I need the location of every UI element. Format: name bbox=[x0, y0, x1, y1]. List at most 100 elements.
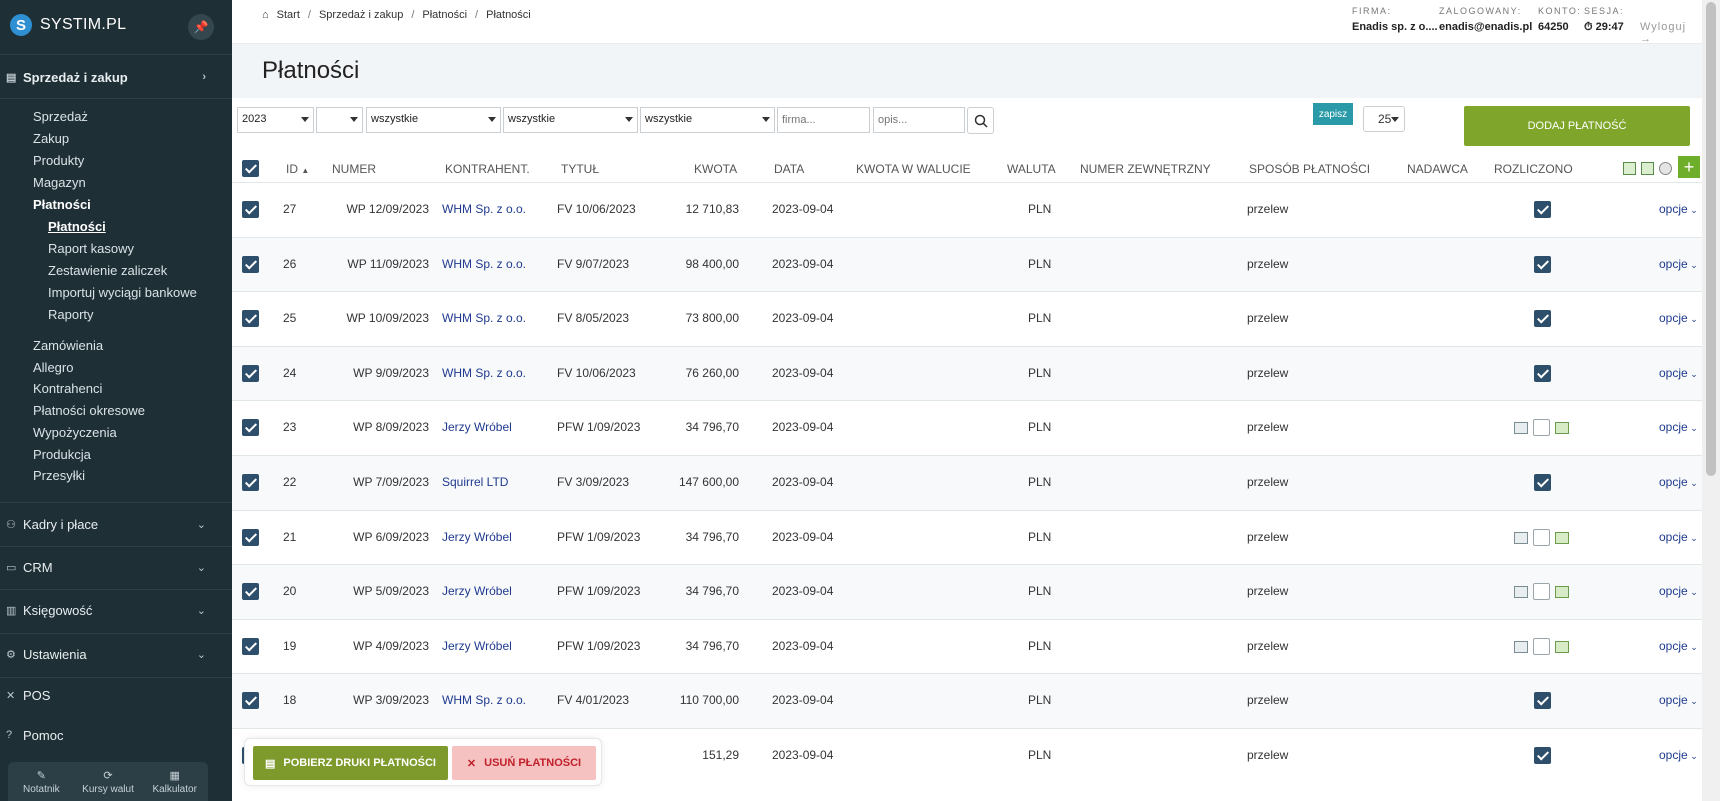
delete-payments-button[interactable]: ✕ USUŃ PŁATNOŚCI bbox=[452, 746, 596, 780]
row-checkbox[interactable] bbox=[242, 583, 259, 601]
col-id[interactable]: ID ▲ bbox=[286, 162, 309, 176]
sidebar-subitem-zestawienie-zaliczek[interactable]: Zestawienie zaliczek bbox=[48, 263, 167, 278]
sidebar-item-zamowienia[interactable]: Zamówienia bbox=[33, 338, 103, 353]
month-select[interactable] bbox=[316, 107, 363, 133]
pin-icon[interactable]: 📌 bbox=[188, 14, 214, 40]
table-row[interactable]: 21 WP 6/09/2023 Jerzy Wróbel PFW 1/09/2023 3… bbox=[232, 509, 1702, 565]
row-checkbox[interactable] bbox=[242, 310, 259, 328]
sidebar-item-sprzedaz[interactable]: Sprzedaż bbox=[33, 109, 88, 124]
row-checkbox[interactable] bbox=[242, 419, 259, 437]
sidebar-item-przesylki[interactable]: Przesyłki bbox=[33, 468, 85, 483]
logo[interactable]: S SYSTIM.PL bbox=[10, 14, 126, 36]
options-menu[interactable]: opcje ⌄ bbox=[1659, 639, 1698, 653]
settled-checkbox[interactable] bbox=[1534, 364, 1551, 382]
settled-checkbox[interactable] bbox=[1533, 637, 1550, 655]
breadcrumb-item[interactable]: Start bbox=[277, 9, 300, 21]
settled-checkbox[interactable] bbox=[1534, 474, 1551, 491]
col-nadawca[interactable]: NADAWCA bbox=[1407, 162, 1468, 176]
table-row[interactable]: 26 WP 11/09/2023 WHM Sp. z o.o. FV 9/07/202… bbox=[232, 236, 1702, 292]
table-row[interactable]: 27 WP 12/09/2023 WHM Sp. z o.o. FV 10/06/20… bbox=[232, 182, 1702, 237]
options-menu[interactable]: opcje ⌄ bbox=[1659, 584, 1698, 598]
options-menu[interactable]: opcje ⌄ bbox=[1659, 475, 1698, 489]
options-menu[interactable]: opcje ⌄ bbox=[1659, 530, 1698, 544]
table-row[interactable]: 18 WP 3/09/2023 WHM Sp. z o.o. FV 4/01/2023… bbox=[232, 673, 1702, 729]
print-payments-button[interactable]: ▤ POBIERZ DRUKI PŁATNOŚCI bbox=[253, 746, 448, 780]
year-select[interactable]: 2023 bbox=[237, 107, 314, 133]
sidebar-item-produkcja[interactable]: Produkcja bbox=[33, 447, 91, 462]
table-row[interactable]: 24 WP 9/09/2023 WHM Sp. z o.o. FV 10/06/202… bbox=[232, 345, 1702, 401]
col-kontrahent[interactable]: KONTRAHENT. bbox=[445, 162, 530, 176]
export-csv-icon[interactable] bbox=[1623, 162, 1636, 175]
table-row[interactable]: 19 WP 4/09/2023 Jerzy Wróbel PFW 1/09/2023 3… bbox=[232, 618, 1702, 674]
options-menu[interactable]: opcje ⌄ bbox=[1659, 748, 1698, 762]
table-row[interactable]: 22 WP 7/09/2023 Squirrel LTD FV 3/09/2023 14… bbox=[232, 455, 1702, 510]
settled-checkbox[interactable] bbox=[1533, 419, 1550, 437]
options-menu[interactable]: opcje ⌄ bbox=[1659, 311, 1698, 325]
select-all-checkbox[interactable] bbox=[242, 160, 259, 177]
col-waluta[interactable]: WALUTA bbox=[1007, 162, 1056, 176]
sidebar-item-kontrahenci[interactable]: Kontrahenci bbox=[33, 381, 102, 396]
section-ksiegowosc[interactable]: ▥ Księgowość ⌄ bbox=[0, 590, 232, 630]
settled-checkbox[interactable] bbox=[1533, 528, 1550, 546]
row-checkbox[interactable] bbox=[242, 637, 259, 655]
section-pos[interactable]: ✕ POS bbox=[0, 678, 232, 712]
row-checkbox[interactable] bbox=[242, 692, 259, 710]
settled-checkbox[interactable] bbox=[1533, 583, 1550, 601]
per-page-select[interactable]: 25 bbox=[1363, 106, 1405, 132]
cell-kontrahent[interactable]: Jerzy Wróbel bbox=[442, 530, 512, 544]
settle-left-icon[interactable] bbox=[1514, 531, 1528, 544]
export-excel-icon[interactable] bbox=[1641, 162, 1654, 175]
opis-input[interactable] bbox=[873, 107, 965, 133]
section-ustawienia[interactable]: ⚙ Ustawienia ⌄ bbox=[0, 634, 232, 674]
section-crm[interactable]: ▭ CRM ⌄ bbox=[0, 547, 232, 587]
save-filter-button[interactable]: zapisz bbox=[1313, 103, 1353, 125]
section-pomoc[interactable]: ? Pomoc bbox=[0, 718, 232, 752]
home-icon[interactable]: ⌂ bbox=[262, 9, 269, 21]
breadcrumb-item[interactable]: Sprzedaż i zakup bbox=[319, 9, 403, 21]
table-row[interactable]: 23 WP 8/09/2023 Jerzy Wróbel PFW 1/09/2023 3… bbox=[232, 400, 1702, 456]
table-row[interactable]: 25 WP 10/09/2023 WHM Sp. z o.o. FV 8/05/202… bbox=[232, 291, 1702, 347]
filter-select-2[interactable]: wszystkie bbox=[503, 107, 638, 133]
col-data[interactable]: DATA bbox=[774, 162, 804, 176]
settled-checkbox[interactable] bbox=[1534, 692, 1551, 710]
cell-kontrahent[interactable]: WHM Sp. z o.o. bbox=[442, 693, 526, 707]
sidebar-subitem-importuj-wyciagi[interactable]: Importuj wyciągi bankowe bbox=[48, 285, 197, 300]
settled-checkbox[interactable] bbox=[1534, 201, 1551, 218]
tool-notatnik[interactable]: ✎ Notatnik bbox=[8, 762, 75, 801]
logout-link[interactable]: Wyloguj → bbox=[1640, 21, 1702, 45]
options-menu[interactable]: opcje ⌄ bbox=[1659, 420, 1698, 434]
settle-right-icon[interactable] bbox=[1555, 422, 1569, 435]
add-payment-button[interactable]: DODAJ PŁATNOŚĆ bbox=[1464, 106, 1690, 146]
settings-gear-icon[interactable] bbox=[1659, 162, 1672, 175]
options-menu[interactable]: opcje ⌄ bbox=[1659, 693, 1698, 707]
filter-select-1[interactable]: wszystkie bbox=[366, 107, 501, 133]
row-checkbox[interactable] bbox=[242, 474, 259, 491]
col-kwota[interactable]: KWOTA bbox=[694, 162, 737, 176]
col-kwota-w-walucie[interactable]: KWOTA W WALUCIE bbox=[856, 162, 971, 176]
sidebar-subitem-raport-kasowy[interactable]: Raport kasowy bbox=[48, 241, 134, 256]
row-checkbox[interactable] bbox=[242, 528, 259, 546]
sidebar-item-wypozyczenia[interactable]: Wypożyczenia bbox=[33, 425, 117, 440]
vertical-scrollbar[interactable] bbox=[1702, 0, 1720, 801]
settle-right-icon[interactable] bbox=[1555, 640, 1569, 653]
cell-kontrahent[interactable]: Jerzy Wróbel bbox=[442, 639, 512, 653]
col-tytul[interactable]: TYTUŁ bbox=[561, 162, 599, 176]
sidebar-item-platnosci-okresowe[interactable]: Płatności okresowe bbox=[33, 403, 145, 418]
section-sprzedaz-zakup[interactable]: ▤ Sprzedaż i zakup › bbox=[0, 57, 232, 97]
cell-kontrahent[interactable]: WHM Sp. z o.o. bbox=[442, 257, 526, 271]
add-row-plus-icon[interactable]: + bbox=[1678, 156, 1700, 178]
table-row[interactable]: 20 WP 5/09/2023 Jerzy Wróbel PFW 1/09/2023 3… bbox=[232, 564, 1702, 620]
cell-kontrahent[interactable]: WHM Sp. z o.o. bbox=[442, 202, 526, 216]
col-sposob-platnosci[interactable]: SPOSÓB PŁATNOŚCI bbox=[1249, 162, 1370, 176]
firma-input[interactable] bbox=[777, 107, 870, 133]
options-menu[interactable]: opcje ⌄ bbox=[1659, 257, 1698, 271]
settled-checkbox[interactable] bbox=[1534, 310, 1551, 328]
cell-kontrahent[interactable]: Squirrel LTD bbox=[442, 475, 508, 489]
sidebar-subitem-platnosci[interactable]: Płatności bbox=[48, 219, 106, 234]
row-checkbox[interactable] bbox=[242, 364, 259, 382]
settle-left-icon[interactable] bbox=[1514, 422, 1528, 435]
col-numer-zewnetrzny[interactable]: NUMER ZEWNĘTRZNY bbox=[1080, 162, 1211, 176]
settle-left-icon[interactable] bbox=[1514, 586, 1528, 599]
filter-select-3[interactable]: wszystkie bbox=[640, 107, 775, 133]
sidebar-item-produkty[interactable]: Produkty bbox=[33, 153, 84, 168]
